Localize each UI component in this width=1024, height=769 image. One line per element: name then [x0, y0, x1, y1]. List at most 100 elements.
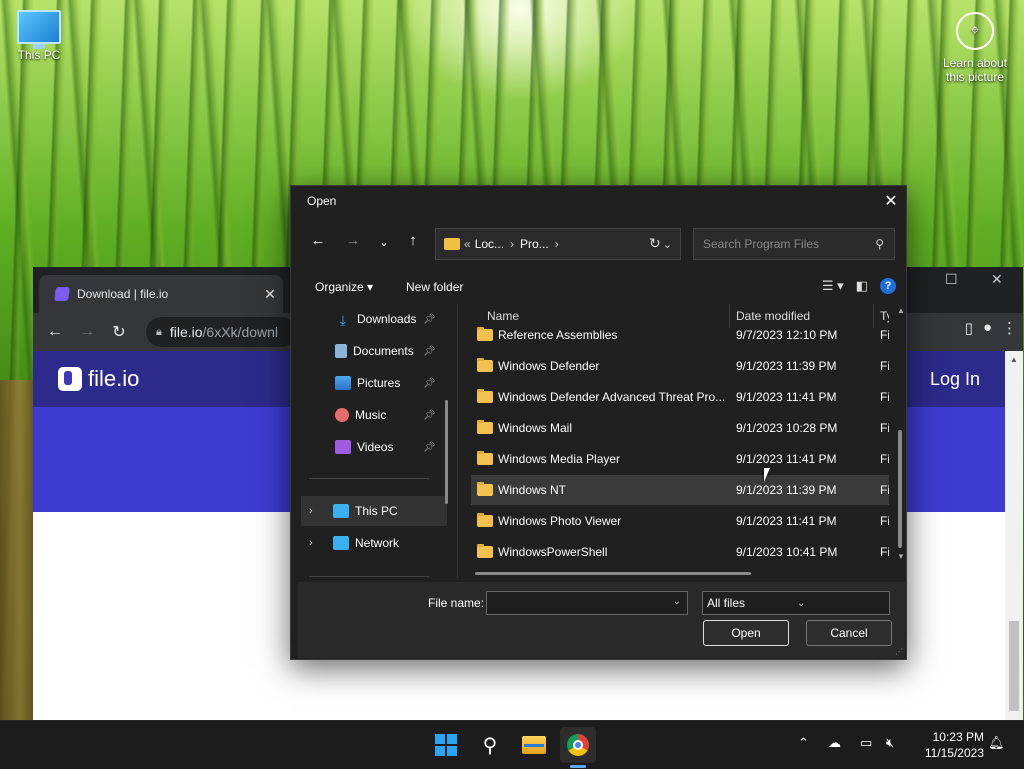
resize-grip-icon[interactable]: ⋰ [895, 647, 903, 656]
file-name-field[interactable]: ⌄ [486, 591, 688, 615]
breadcrumb-overflow[interactable]: « [464, 237, 471, 251]
address-dropdown-icon[interactable]: ⌄ [663, 238, 672, 251]
nav-item-videos[interactable]: Videos 📌︎ [301, 432, 447, 462]
nav-item-music[interactable]: Music 📌︎ [301, 400, 447, 430]
file-row[interactable]: WindowsPowerShell 9/1/2023 10:41 PM Fi [471, 537, 889, 567]
expand-chevron-icon[interactable]: › [309, 537, 323, 549]
up-arrow-icon[interactable]: ↑ [402, 232, 424, 249]
pin-icon[interactable]: 📌︎ [423, 346, 436, 357]
nav-divider [309, 478, 429, 479]
nav-item-pictures[interactable]: Pictures 📌︎ [301, 368, 447, 398]
reload-icon[interactable]: ↻ [103, 322, 135, 342]
organize-button[interactable]: Organize ▾ [315, 280, 373, 294]
address-breadcrumb[interactable]: « Loc... › Pro... › ⌄ [435, 228, 681, 260]
page-scrollbar[interactable]: ▲ [1005, 351, 1023, 720]
chrome-icon [567, 734, 589, 756]
sidepanel-icon[interactable]: ▯ [965, 319, 973, 337]
file-list-vertical-scrollbar[interactable]: ▲ ▼ [897, 306, 905, 564]
login-link[interactable]: Log In [905, 351, 1005, 407]
nav-item-network[interactable]: › Network [301, 528, 447, 558]
view-controls: ☰ ▾ ◧ ? [822, 278, 896, 294]
open-button[interactable]: Open [703, 620, 789, 646]
nav-item-downloads[interactable]: ⤓ Downloads 📌︎ [301, 304, 447, 334]
nav-scroll-thumb[interactable] [445, 400, 448, 504]
new-folder-button[interactable]: New folder [406, 280, 463, 294]
scroll-up-icon[interactable]: ▲ [897, 306, 905, 315]
show-hidden-icons-chevron-icon[interactable]: ⌃ [798, 735, 809, 751]
search-icon: ⚲ [482, 734, 498, 757]
site-logo[interactable]: file.io [58, 366, 139, 392]
nav-horizontal-scrollbar[interactable] [309, 576, 429, 577]
view-options-icon[interactable]: ☰ ▾ [822, 278, 844, 294]
folder-icon [444, 238, 460, 250]
lock-icon: 🔒︎ [156, 325, 162, 338]
pin-icon[interactable]: 📌︎ [423, 442, 436, 453]
network-status-icon[interactable]: ▭ [860, 735, 872, 751]
sort-ascending-icon: ⌃ [601, 304, 609, 310]
forward-arrow-icon[interactable]: → [342, 232, 364, 249]
toolbar-right: ▯ ● ⋮ [965, 319, 1017, 337]
scroll-thumb[interactable] [1009, 621, 1019, 711]
browser-tab[interactable]: Download | file.io ✕ [39, 275, 283, 313]
file-row[interactable]: Windows Mail 9/1/2023 10:28 PM Fi [471, 413, 889, 443]
taskbar-search-button[interactable]: ⚲ [472, 727, 508, 763]
dialog-footer: File name: ⌄ All files ⌄ Open Cancel ⋰ [298, 582, 905, 658]
taskbar-file-explorer[interactable] [516, 727, 552, 763]
nav-item-label: Pictures [357, 376, 401, 390]
menu-kebab-icon[interactable]: ⋮ [1002, 319, 1017, 337]
pin-icon[interactable]: 📌︎ [423, 378, 436, 389]
preview-pane-icon[interactable]: ◧ [856, 278, 868, 294]
notification-bell-icon[interactable]: 🔔︎ [988, 735, 1005, 751]
onedrive-cloud-icon[interactable]: ☁ [828, 735, 841, 751]
search-input[interactable]: Search Program Files ⚲ [693, 228, 895, 260]
nav-scrollbar[interactable] [445, 304, 449, 518]
tab-close-icon[interactable]: ✕ [257, 286, 283, 303]
pin-icon[interactable]: 📌︎ [423, 314, 436, 325]
breadcrumb-item-program-files[interactable]: Pro... [520, 237, 549, 251]
desktop-icon-learn-about-picture[interactable]: ⌖ Learn about this picture [938, 12, 1012, 84]
dialog-close-button[interactable]: ✕ [876, 186, 906, 216]
profile-avatar-icon[interactable]: ● [983, 319, 992, 337]
taskbar-chrome[interactable] [560, 727, 596, 763]
file-row[interactable]: Reference Assemblies 9/7/2023 12:10 PM F… [471, 320, 889, 350]
file-row[interactable]: Windows Photo Viewer 9/1/2023 11:41 PM F… [471, 506, 889, 536]
cancel-button[interactable]: Cancel [806, 620, 892, 646]
start-button[interactable] [428, 727, 464, 763]
pane-splitter[interactable] [457, 304, 458, 578]
url-path: /6xXk/downl [202, 324, 279, 340]
file-list-horizontal-scrollbar[interactable] [475, 572, 751, 575]
file-date: 9/1/2023 11:41 PM [736, 452, 837, 466]
file-name: Windows Defender [498, 359, 600, 373]
help-icon[interactable]: ? [880, 278, 896, 294]
scroll-down-icon[interactable]: ▼ [897, 552, 905, 561]
window-close-button[interactable]: ✕ [991, 271, 1003, 288]
window-maximize-button[interactable]: ☐ [945, 271, 958, 288]
breadcrumb-item-local-disk[interactable]: Loc... [475, 237, 504, 251]
favicon-icon [54, 287, 70, 301]
scroll-up-icon[interactable]: ▲ [1010, 355, 1018, 364]
folder-icon [477, 451, 493, 465]
learn-label-line2: this picture [945, 70, 1005, 84]
taskbar: ⚲ ⌃ ☁ ▭ 🔇︎ 10:23 PM 11/15/2023 🔔︎ [0, 720, 1024, 769]
nav-item-documents[interactable]: Documents 📌︎ [301, 336, 447, 366]
document-icon [335, 344, 347, 358]
system-clock[interactable]: 10:23 PM 11/15/2023 [912, 729, 984, 761]
file-type-select[interactable]: All files ⌄ [702, 591, 890, 615]
desktop-icon-this-pc[interactable]: This PC [10, 10, 68, 62]
recent-locations-chevron-icon[interactable]: ⌄ [373, 236, 395, 249]
file-row-selected[interactable]: Windows NT 9/1/2023 11:39 PM Fi [471, 475, 889, 505]
file-row[interactable]: Windows Defender 9/1/2023 11:39 PM Fi [471, 351, 889, 381]
refresh-icon[interactable]: ↻ [649, 235, 661, 252]
file-list-scroll-thumb[interactable] [898, 430, 902, 548]
file-row[interactable]: Windows Defender Advanced Threat Pro... … [471, 382, 889, 412]
back-arrow-icon[interactable]: ← [307, 232, 329, 249]
volume-muted-icon[interactable]: 🔇︎ [886, 735, 894, 751]
expand-chevron-icon[interactable]: › [309, 505, 323, 517]
back-arrow-icon[interactable]: ← [39, 323, 71, 341]
nav-item-this-pc[interactable]: › This PC [301, 496, 447, 526]
chevron-down-icon[interactable]: ⌄ [673, 596, 681, 607]
forward-arrow-icon[interactable]: → [71, 323, 103, 341]
pin-icon[interactable]: 📌︎ [423, 410, 436, 421]
file-row[interactable]: Windows Media Player 9/1/2023 11:41 PM F… [471, 444, 889, 474]
address-bar[interactable]: 🔒︎ file.io/6xXk/downl [146, 317, 296, 347]
